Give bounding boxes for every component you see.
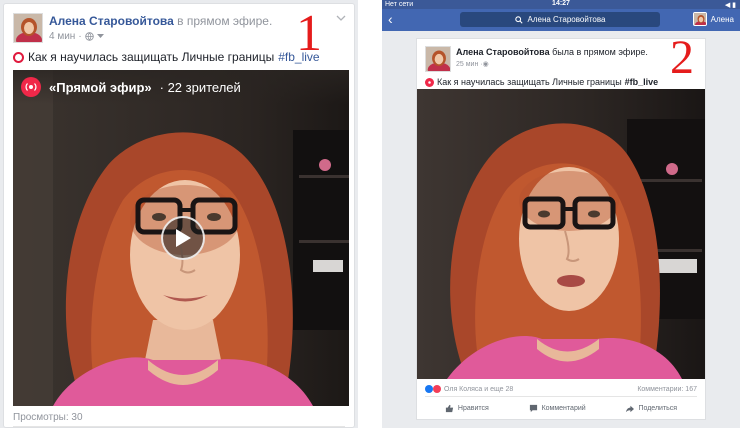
live-ring-icon	[13, 51, 24, 63]
hashtag-link[interactable]: #fb_live	[625, 77, 659, 87]
live-post-card: Алена Старовойтова в прямом эфире. 4 мин…	[3, 3, 355, 428]
desktop-feed-panel: Алена Старовойтова в прямом эфире. 4 мин…	[0, 0, 358, 428]
globe-icon[interactable]	[84, 32, 94, 41]
clock-time: 14:27	[552, 0, 570, 7]
share-label: Поделиться	[638, 404, 678, 412]
post-header: Алена Старовойтова в прямом эфире.	[49, 14, 272, 28]
annotation-number-2: 2	[670, 31, 694, 84]
post-actions: Нравится Комментарий Поделиться	[425, 400, 697, 416]
meta-separator: ·	[78, 31, 82, 42]
globe-icon: ·◉	[480, 61, 489, 68]
reactions-row: Оля Коляса и еще 28 Комментарии: 167	[425, 383, 697, 395]
live-post-card-mobile: Алена Старовойтова была в прямом эфире. …	[416, 38, 706, 420]
post-title-text: Как я научилась защищать Личные границы	[437, 77, 622, 87]
search-text: Алена Старовойтова	[527, 15, 606, 24]
card-divider	[13, 426, 345, 427]
post-time-text: 25 мин	[456, 61, 479, 68]
live-broadcast-icon	[21, 77, 41, 97]
viewer-count: · 22 зрителей	[159, 79, 241, 95]
live-label: «Прямой эфир»	[49, 79, 152, 95]
app-nav-bar: ‹ Алена Старовойтова Алена	[382, 9, 740, 31]
post-timestamp[interactable]: 4 мин	[49, 31, 75, 42]
search-bar[interactable]: Алена Старовойтова	[460, 12, 660, 27]
author-avatar[interactable]	[425, 46, 451, 72]
live-dot-icon	[425, 77, 434, 87]
reactions-summary[interactable]: Оля Коляса и еще 28	[425, 385, 513, 393]
live-banner: «Прямой эфир» · 22 зрителей	[13, 70, 349, 104]
profile-avatar	[692, 12, 707, 26]
share-icon	[626, 405, 635, 412]
thumbs-up-icon	[445, 404, 453, 412]
play-icon	[176, 229, 191, 247]
post-title-text: Как я научилась защищать Личные границы	[28, 50, 275, 64]
post-action-text: в прямом эфире.	[177, 14, 273, 28]
live-video-player[interactable]: «Прямой эфир» · 22 зрителей	[13, 70, 349, 406]
like-reaction-icon	[425, 385, 433, 393]
share-button[interactable]: Поделиться	[625, 400, 677, 416]
post-options-chevron-icon[interactable]	[336, 13, 346, 24]
comment-icon	[529, 404, 537, 412]
post-title: Как я научилась защищать Личные границы …	[13, 50, 320, 64]
screenshot-stage: Алена Старовойтова в прямом эфире. 4 мин…	[0, 0, 740, 428]
comments-count[interactable]: Комментарии: 167	[637, 386, 697, 393]
reactions-text: Оля Коляса и еще 28	[444, 385, 514, 393]
video-frame-image	[417, 89, 705, 379]
ipad-app-panel: Нет сети 14:27 ◀ ▮ ‹ Алена Старовойтова …	[382, 0, 740, 428]
back-button[interactable]: ‹	[388, 12, 393, 26]
like-label: Нравится	[457, 404, 489, 412]
ios-status-bar: Нет сети 14:27 ◀ ▮	[382, 0, 740, 9]
post-meta: 4 мин ·	[49, 31, 104, 42]
play-button[interactable]	[161, 216, 205, 260]
comment-button[interactable]: Комментарий	[529, 400, 586, 416]
view-count: Просмотры: 30	[13, 412, 83, 423]
post-action-text: была в прямом эфире.	[552, 47, 648, 57]
comment-label: Комментарий	[541, 404, 586, 412]
author-name-link[interactable]: Алена Старовойтова	[456, 47, 550, 57]
hashtag-link[interactable]: #fb_live	[278, 50, 319, 64]
profile-button[interactable]: Алена	[692, 12, 734, 26]
like-button[interactable]: Нравится	[445, 400, 489, 416]
post-title: Как я научилась защищать Личные границы …	[425, 77, 658, 87]
post-header: Алена Старовойтова была в прямом эфире.	[456, 47, 648, 57]
live-video-player[interactable]	[417, 89, 705, 379]
post-timestamp[interactable]: 25 мин ·◉	[456, 60, 489, 68]
search-icon	[514, 15, 523, 24]
love-reaction-icon	[433, 385, 441, 393]
author-name-link[interactable]: Алена Старовойтова	[49, 14, 174, 28]
audience-chevron-icon[interactable]	[96, 34, 104, 39]
action-divider	[425, 396, 697, 397]
battery-icon: ◀ ▮	[724, 2, 736, 9]
author-avatar[interactable]	[13, 13, 43, 43]
profile-name: Алена	[710, 14, 734, 24]
